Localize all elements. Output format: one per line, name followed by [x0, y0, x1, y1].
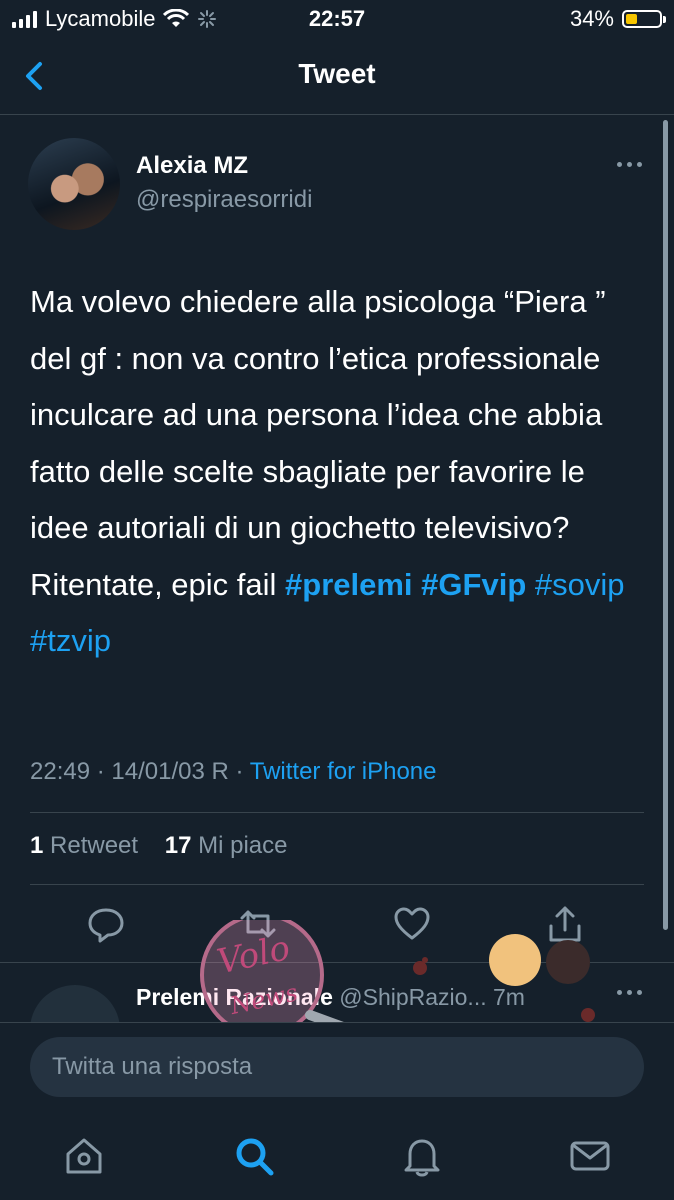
- reply-header[interactable]: Prelemi Razionale @ShipRazio... 7m: [136, 984, 525, 1011]
- tab-home[interactable]: [62, 1134, 106, 1178]
- retweet-count[interactable]: 1: [30, 832, 43, 859]
- tweet-body: Ma volevo chiedere alla psicologa “Piera…: [30, 284, 606, 602]
- tab-messages[interactable]: [568, 1134, 612, 1178]
- status-right: 34%: [569, 6, 666, 32]
- tweet-source-link[interactable]: Twitter for iPhone: [250, 758, 437, 785]
- tab-search[interactable]: [232, 1134, 276, 1178]
- tweet-text: Ma volevo chiedere alla psicologa “Piera…: [30, 274, 640, 670]
- share-icon: [549, 906, 581, 942]
- navigation-bar: Tweet: [0, 40, 674, 115]
- like-button[interactable]: [392, 904, 432, 944]
- divider: [30, 884, 644, 885]
- reply-icon: [88, 908, 124, 943]
- tweet-date: 14/01/03 R: [111, 758, 229, 785]
- retweet-button[interactable]: [238, 904, 278, 944]
- more-options-icon[interactable]: [617, 162, 642, 167]
- author-name[interactable]: Alexia MZ: [136, 152, 248, 180]
- home-icon: [66, 1138, 102, 1174]
- reply-age: 7m: [493, 984, 525, 1010]
- messages-icon: [570, 1141, 610, 1171]
- author-handle[interactable]: @respiraesorridi: [136, 186, 312, 214]
- retweet-label[interactable]: Retweet: [50, 832, 138, 859]
- reply-button[interactable]: [86, 904, 126, 944]
- status-bar: Lycamobile 22:57 34%: [0, 0, 674, 40]
- search-icon: [236, 1138, 274, 1176]
- battery-icon: [622, 10, 666, 28]
- reply-more-options-icon[interactable]: [617, 990, 642, 995]
- reply-author-handle[interactable]: @ShipRazio...: [339, 984, 486, 1010]
- reply-input[interactable]: Twitta una risposta: [30, 1037, 644, 1097]
- like-label[interactable]: Mi piace: [198, 832, 287, 859]
- tweet-time: 22:49: [30, 758, 91, 785]
- hashtag-link[interactable]: #tzvip: [30, 623, 111, 658]
- notifications-icon: [404, 1139, 440, 1177]
- reply-placeholder: Twitta una risposta: [52, 1053, 253, 1080]
- share-button[interactable]: [545, 904, 585, 944]
- scrollbar[interactable]: [663, 120, 668, 930]
- author-avatar[interactable]: [28, 138, 120, 230]
- tab-bar: [0, 1116, 674, 1200]
- hashtag-link[interactable]: #GFvip: [421, 567, 526, 602]
- battery-percentage: 34%: [569, 6, 614, 31]
- page-title: Tweet: [298, 58, 376, 89]
- retweet-icon: [240, 910, 276, 938]
- separator: ·: [96, 758, 105, 785]
- like-count[interactable]: 17: [165, 832, 192, 859]
- hashtag-link[interactable]: #prelemi: [285, 567, 413, 602]
- like-icon: [394, 907, 430, 940]
- compose-reply-bar: Twitta una risposta: [0, 1022, 674, 1117]
- tweet-stats: 1 Retweet 17 Mi piace: [30, 832, 288, 860]
- divider: [30, 812, 644, 813]
- tweet-actions: [0, 904, 674, 944]
- separator: ·: [235, 758, 244, 785]
- hashtag-link[interactable]: #sovip: [535, 567, 625, 602]
- tab-notifications[interactable]: [400, 1134, 444, 1178]
- divider: [0, 962, 674, 963]
- reply-author-name[interactable]: Prelemi Razionale: [136, 984, 333, 1010]
- tweet-metadata: 22:49 · 14/01/03 R · Twitter for iPhone: [30, 758, 436, 786]
